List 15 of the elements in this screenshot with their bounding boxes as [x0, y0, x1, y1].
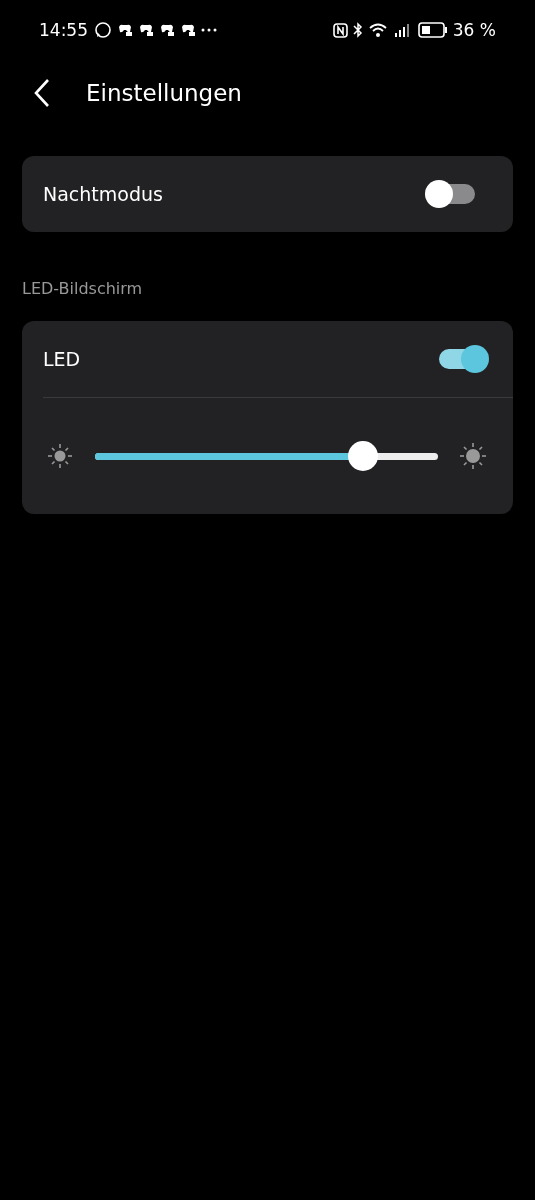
battery-icon	[417, 22, 448, 38]
nfc-icon	[332, 22, 348, 38]
page-title: Einstellungen	[86, 80, 242, 106]
status-time: 14:55	[39, 20, 88, 40]
bluetooth-icon	[352, 22, 363, 38]
setting-label: LED	[43, 348, 81, 370]
more-icon	[201, 28, 217, 32]
sun-icon	[458, 441, 488, 471]
battery-percentage: 36 %	[452, 20, 496, 40]
sun-icon	[45, 441, 75, 471]
wifi-icon	[367, 22, 388, 38]
back-icon[interactable]	[32, 78, 52, 108]
section-heading: LED-Bildschirm	[22, 279, 144, 298]
brightness-slider[interactable]	[93, 441, 440, 471]
setting-label: Nachtmodus	[43, 183, 163, 205]
